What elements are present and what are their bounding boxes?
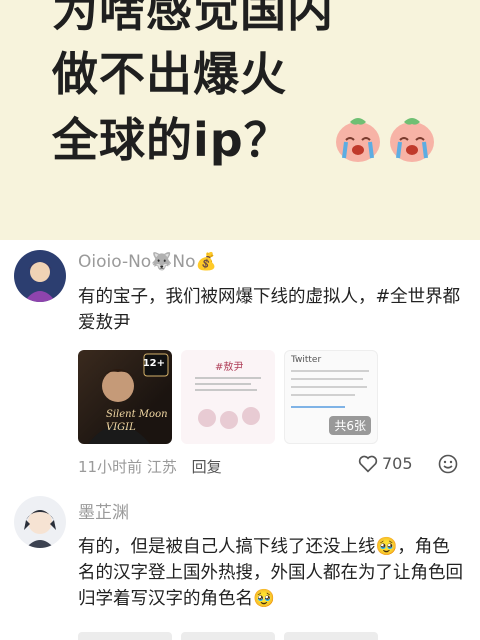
comment-meta: 11小时前 江苏 回复	[78, 456, 222, 477]
comment-text: 有的宝子，我们被网爆下线的虚拟人，#全世界都爱敖尹	[78, 287, 461, 333]
avatar[interactable]	[14, 496, 66, 548]
comment-text: 有的，但是被自己人搞下线了还没上线🥹，角色名的汉字登上国外热搜，外国人都在为了让…	[78, 537, 463, 609]
banner-title-line-2: 做不出爆火	[52, 47, 287, 101]
image-thumbnail[interactable]: 12+ Silent Moon VIGIL	[78, 350, 172, 444]
age-rating-badge: 12+	[142, 358, 165, 369]
comment-location: 江苏	[146, 458, 177, 476]
username[interactable]: Oioio-No🐺No💰	[78, 252, 217, 272]
comment-time: 11小时前	[78, 458, 143, 476]
emoji-reaction-icon[interactable]	[438, 454, 458, 474]
heart-icon	[358, 455, 378, 473]
username[interactable]: 墨芷渊	[78, 498, 129, 523]
image-caption: Silent Moon VIGIL	[106, 409, 168, 433]
image-caption: Twitter	[291, 355, 322, 365]
crying-peach-icon	[336, 118, 380, 162]
post-banner: 为啥感觉国内 做不出爆火 全球的ip？	[0, 0, 480, 240]
crying-peach-icon	[390, 118, 434, 162]
like-button[interactable]: 705	[358, 454, 413, 473]
image-thumbnail[interactable]: #敖尹	[181, 350, 275, 444]
image-thumbnail[interactable]	[78, 632, 172, 640]
banner-title-line-3: 全球的ip？	[52, 113, 291, 167]
reply-button[interactable]: 回复	[192, 458, 222, 476]
avatar[interactable]	[14, 250, 66, 302]
image-gallery: 12+ Silent Moon VIGIL #敖尹 Twitter 共6张	[78, 350, 378, 444]
image-caption: #敖尹	[215, 362, 244, 373]
image-thumbnail[interactable]	[181, 632, 275, 640]
image-thumbnail[interactable]: Twitter 共6张	[284, 350, 378, 444]
image-thumbnail[interactable]	[284, 632, 378, 640]
banner-title-line-1: 为啥感觉国内	[52, 0, 334, 37]
like-count: 705	[382, 454, 413, 473]
image-count-badge: 共6张	[329, 416, 371, 435]
